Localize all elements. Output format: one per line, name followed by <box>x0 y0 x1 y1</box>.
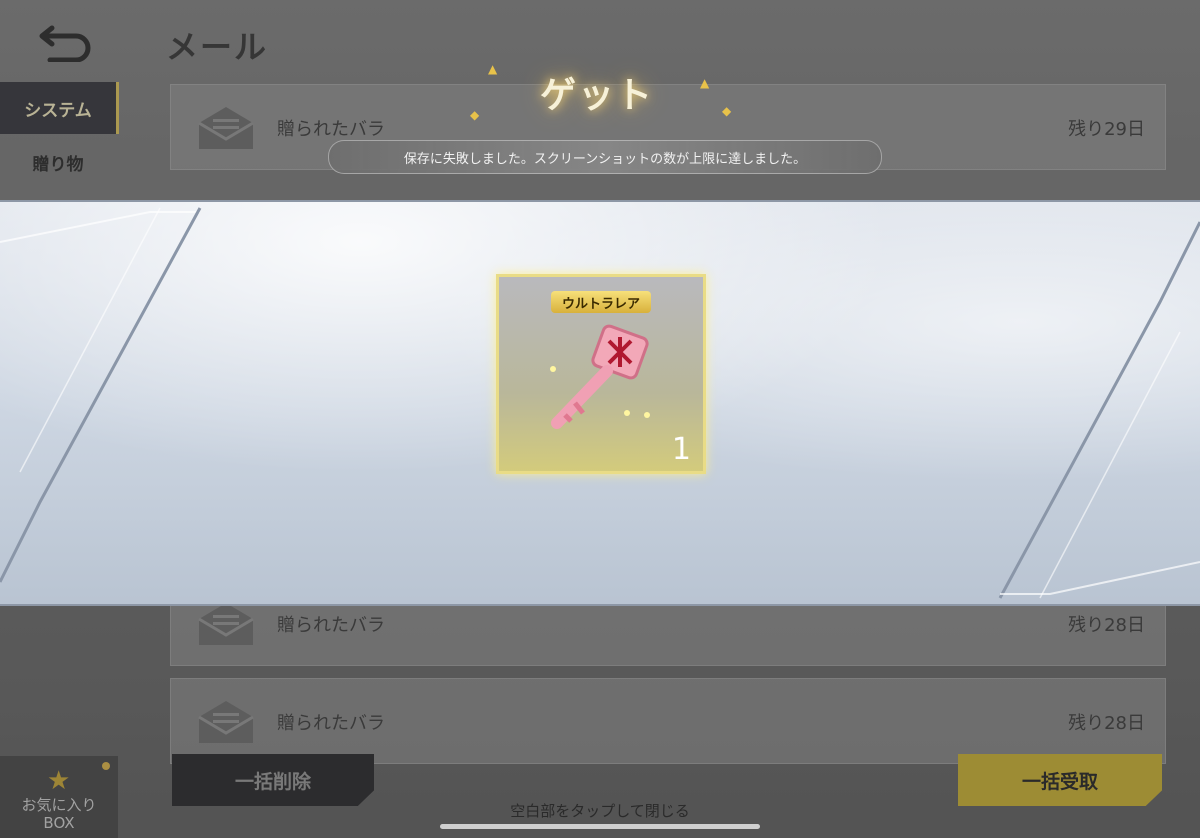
home-indicator <box>440 824 760 829</box>
rarity-badge: ウルトラレア <box>551 291 651 313</box>
sparkle-icon: ▲ <box>488 62 498 76</box>
pink-key-icon <box>550 324 650 429</box>
sparkle-icon: ◆ <box>722 104 732 118</box>
reward-item-card[interactable]: ウルトラレア 1 <box>496 274 706 474</box>
sparkle-icon: ◆ <box>470 108 480 122</box>
reward-title: ゲット <box>540 75 655 116</box>
tap-to-close-hint: 空白部をタップして閉じる <box>510 802 690 820</box>
item-quantity: 1 <box>671 432 691 467</box>
sparkle-icon: ▲ <box>700 76 710 90</box>
screenshot-error-toast: 保存に失敗しました。スクリーンショットの数が上限に達しました。 <box>328 140 882 174</box>
